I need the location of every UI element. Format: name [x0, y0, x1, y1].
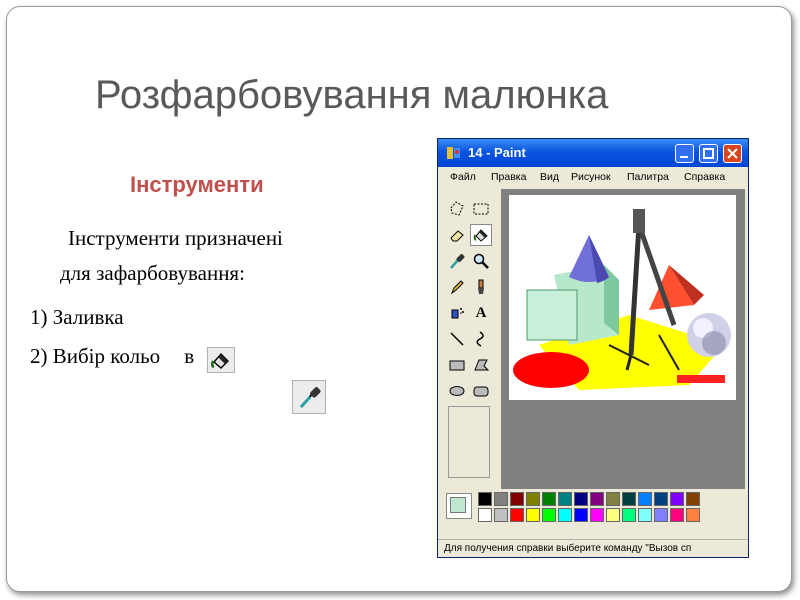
- palette-swatch[interactable]: [494, 492, 508, 506]
- menu-help[interactable]: Справка: [684, 171, 725, 183]
- slide-title: Розфарбовування малюнка: [95, 73, 609, 117]
- rectangle-icon[interactable]: [446, 354, 468, 376]
- palette-swatch[interactable]: [638, 508, 652, 522]
- palette-swatch[interactable]: [606, 508, 620, 522]
- color-picker-icon[interactable]: [446, 250, 468, 272]
- minimize-icon: [680, 156, 688, 158]
- free-select-icon[interactable]: [446, 198, 468, 220]
- palette-swatch[interactable]: [622, 492, 636, 506]
- list-item-color-pick-text: 2) Вибір кольо: [30, 344, 161, 368]
- menu-bar: Файл Правка Вид Рисунок Палитра Справка: [438, 168, 748, 188]
- palette-swatch[interactable]: [478, 492, 492, 506]
- palette-swatch[interactable]: [526, 492, 540, 506]
- palette-swatch[interactable]: [526, 508, 540, 522]
- brush-icon[interactable]: [470, 276, 492, 298]
- palette-swatch[interactable]: [670, 508, 684, 522]
- rounded-rect-icon[interactable]: [470, 380, 492, 402]
- palette-swatch[interactable]: [590, 508, 604, 522]
- eraser-icon[interactable]: [446, 224, 468, 246]
- drawing-canvas[interactable]: [509, 195, 736, 400]
- paint-window: 14 - Paint Файл Правка Вид Рисунок Палит…: [437, 138, 749, 558]
- palette-swatch[interactable]: [542, 508, 556, 522]
- curve-icon[interactable]: [470, 328, 492, 350]
- maximize-button[interactable]: [699, 144, 718, 163]
- tool-options-box[interactable]: [448, 406, 490, 478]
- menu-edit[interactable]: Правка: [491, 171, 526, 183]
- palette-swatch[interactable]: [510, 492, 524, 506]
- rect-select-icon[interactable]: [470, 198, 492, 220]
- minimize-button[interactable]: [675, 144, 694, 163]
- palette-swatch[interactable]: [654, 492, 668, 506]
- airbrush-icon[interactable]: [446, 302, 468, 324]
- foreground-color: [450, 497, 466, 513]
- canvas-drawing: [513, 209, 731, 390]
- palette-swatch[interactable]: [686, 508, 700, 522]
- list-item-color-pick-end: в: [184, 344, 195, 368]
- paragraph-line-2: для зафарбовування:: [60, 261, 245, 285]
- palette-swatch[interactable]: [622, 508, 636, 522]
- palette-swatch[interactable]: [574, 508, 588, 522]
- current-color-box: [446, 493, 472, 519]
- color-palette: [442, 491, 746, 525]
- palette-swatch[interactable]: [606, 492, 620, 506]
- paragraph-line-1: Інструменти призначені: [68, 226, 283, 250]
- line-icon[interactable]: [446, 328, 468, 350]
- menu-view[interactable]: Вид: [540, 171, 559, 183]
- menu-file[interactable]: Файл: [450, 171, 476, 183]
- palette-swatch[interactable]: [638, 492, 652, 506]
- palette-swatch[interactable]: [590, 492, 604, 506]
- menu-image[interactable]: Рисунок: [571, 171, 611, 183]
- polygon-icon[interactable]: [470, 354, 492, 376]
- palette-swatch[interactable]: [558, 492, 572, 506]
- menu-palette[interactable]: Палитра: [627, 171, 669, 183]
- paint-app-icon: [447, 147, 460, 159]
- ellipse-icon[interactable]: [446, 380, 468, 402]
- status-bar: Для получения справки выберите команду "…: [438, 539, 748, 557]
- color-picker-icon: [292, 380, 326, 414]
- palette-swatch[interactable]: [494, 508, 508, 522]
- palette-swatch[interactable]: [510, 508, 524, 522]
- paint-window-title: 14 - Paint: [468, 145, 526, 160]
- list-item-color-pick: 2) Вибір кольо в: [30, 344, 194, 369]
- fill-icon[interactable]: [470, 224, 492, 246]
- canvas-area: [501, 189, 745, 489]
- palette-swatch[interactable]: [478, 508, 492, 522]
- magnifier-icon[interactable]: [470, 250, 492, 272]
- palette-swatch[interactable]: [542, 492, 556, 506]
- fill-icon: [207, 347, 235, 373]
- text-icon[interactable]: A: [470, 302, 492, 324]
- close-icon: [727, 148, 738, 159]
- palette-swatch[interactable]: [558, 508, 572, 522]
- toolbox: A: [442, 194, 496, 486]
- list-item-fill: 1) Заливка: [30, 305, 124, 329]
- maximize-icon: [703, 148, 714, 159]
- status-text: Для получения справки выберите команду "…: [444, 543, 692, 554]
- pencil-icon[interactable]: [446, 276, 468, 298]
- slide-subtitle: Інструменти: [130, 172, 264, 197]
- close-button[interactable]: [723, 144, 742, 163]
- palette-swatch[interactable]: [574, 492, 588, 506]
- paint-titlebar: 14 - Paint: [438, 139, 748, 167]
- palette-swatch[interactable]: [686, 492, 700, 506]
- palette-swatch[interactable]: [670, 492, 684, 506]
- palette-swatch[interactable]: [654, 508, 668, 522]
